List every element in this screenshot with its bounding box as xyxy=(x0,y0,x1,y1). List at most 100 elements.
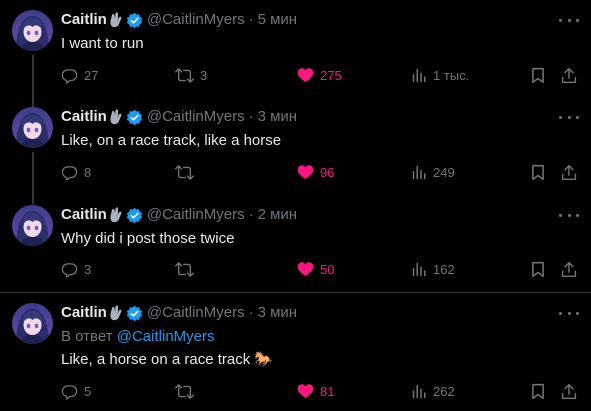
more-icon[interactable] xyxy=(559,207,579,223)
timestamp[interactable]: 2 мин xyxy=(258,205,298,225)
tweet-text: Why did i post those twice xyxy=(61,230,235,247)
verified-badge-icon[interactable] xyxy=(126,305,143,322)
retweet-button[interactable] xyxy=(175,259,194,279)
separator-dot: · xyxy=(248,304,254,321)
like-button[interactable]: 50 xyxy=(297,259,334,279)
bookmark-icon xyxy=(532,164,544,180)
tweet-actions: 5 81 262 xyxy=(61,381,579,401)
retweet-icon xyxy=(175,164,194,180)
author-name[interactable]: Caitlin xyxy=(61,303,107,323)
tweet-divider xyxy=(0,292,591,293)
reply-icon xyxy=(61,68,78,84)
verified-badge-icon[interactable] xyxy=(126,12,143,29)
reply-count: 3 xyxy=(84,261,92,277)
timestamp[interactable]: 3 мин xyxy=(258,303,298,323)
timestamp[interactable]: 3 мин xyxy=(258,107,298,127)
tweet[interactable]: Caitlin @CaitlinMyers · 3 мин Like, on a… xyxy=(0,96,591,204)
reply-mention-link[interactable]: @CaitlinMyers xyxy=(117,328,215,345)
views-button[interactable]: 249 xyxy=(412,162,455,182)
views-button[interactable]: 1 тыс. xyxy=(412,65,469,85)
tweet-header: Caitlin @CaitlinMyers · 3 мин xyxy=(61,107,297,127)
share-button[interactable] xyxy=(561,65,577,85)
fingers-crossed-icon xyxy=(109,207,123,223)
separator-dot: · xyxy=(248,206,254,223)
tweet-text: Like, on a race track, like a horse xyxy=(61,132,282,149)
bookmark-button[interactable] xyxy=(531,162,545,182)
fingers-crossed-icon xyxy=(109,12,123,28)
author-handle[interactable]: @CaitlinMyers xyxy=(147,10,245,30)
tweet-text: I want to run xyxy=(61,35,144,52)
separator-dot: · xyxy=(248,108,254,125)
bookmark-button[interactable] xyxy=(531,381,545,401)
views-icon xyxy=(412,68,426,82)
retweet-icon xyxy=(175,261,194,277)
share-icon xyxy=(561,383,577,399)
share-icon xyxy=(561,261,577,277)
reply-icon xyxy=(61,262,78,278)
like-count: 50 xyxy=(320,261,335,277)
share-button[interactable] xyxy=(561,162,577,182)
thread-line xyxy=(32,96,34,103)
share-icon xyxy=(561,164,577,180)
bookmark-button[interactable] xyxy=(531,65,545,85)
reply-prefix: В ответ xyxy=(61,328,117,345)
views-count: 162 xyxy=(433,261,455,277)
bookmark-icon xyxy=(532,383,544,399)
retweet-icon xyxy=(175,67,194,83)
reply-button[interactable]: 3 xyxy=(61,259,91,279)
avatar[interactable] xyxy=(12,10,53,51)
like-button[interactable]: 275 xyxy=(297,65,342,85)
avatar[interactable] xyxy=(12,303,53,344)
retweet-button[interactable] xyxy=(175,381,194,401)
author-handle[interactable]: @CaitlinMyers xyxy=(147,205,245,225)
thread-line xyxy=(32,194,34,201)
more-icon[interactable] xyxy=(559,12,579,28)
author-handle[interactable]: @CaitlinMyers xyxy=(147,303,245,323)
avatar[interactable] xyxy=(12,107,53,148)
reply-button[interactable]: 8 xyxy=(61,162,91,182)
heart-icon xyxy=(297,68,314,83)
reply-button[interactable]: 27 xyxy=(61,65,98,85)
tweet[interactable]: Caitlin @CaitlinMyers · 5 мин I want to … xyxy=(0,10,591,107)
more-icon[interactable] xyxy=(559,109,579,125)
heart-icon xyxy=(297,384,314,399)
share-button[interactable] xyxy=(561,381,577,401)
author-name[interactable]: Caitlin xyxy=(61,205,107,225)
retweet-count: 3 xyxy=(200,67,208,83)
tweet-actions: 27 3 275 1 тыс. xyxy=(61,65,579,85)
tweet-header: Caitlin @CaitlinMyers · 3 мин xyxy=(61,303,297,323)
author-name[interactable]: Caitlin xyxy=(61,107,107,127)
views-button[interactable]: 262 xyxy=(412,381,455,401)
reply-button[interactable]: 5 xyxy=(61,381,91,401)
like-button[interactable]: 96 xyxy=(297,162,334,182)
reply-context: В ответ @CaitlinMyers xyxy=(61,327,215,347)
retweet-icon xyxy=(175,383,194,399)
fingers-crossed-icon xyxy=(109,109,123,125)
tweet[interactable]: Caitlin @CaitlinMyers · 3 мин В ответ @C… xyxy=(0,303,591,411)
retweet-button[interactable]: 3 xyxy=(175,65,207,85)
tweet-actions: 8 96 249 xyxy=(61,162,579,182)
avatar[interactable] xyxy=(12,205,53,246)
share-button[interactable] xyxy=(561,259,577,279)
reply-count: 27 xyxy=(84,67,99,83)
separator-dot: · xyxy=(248,11,254,28)
tweet-header: Caitlin @CaitlinMyers · 5 мин xyxy=(61,10,297,30)
tweet[interactable]: Caitlin @CaitlinMyers · 2 мин Why did i … xyxy=(0,194,591,291)
retweet-button[interactable] xyxy=(175,162,194,182)
like-button[interactable]: 81 xyxy=(297,381,334,401)
views-count: 249 xyxy=(433,164,455,180)
reply-count: 5 xyxy=(84,383,92,399)
more-icon[interactable] xyxy=(559,305,579,321)
views-button[interactable]: 162 xyxy=(412,259,455,279)
tweet-actions: 3 50 162 xyxy=(61,259,579,279)
verified-badge-icon[interactable] xyxy=(126,109,143,126)
bookmark-button[interactable] xyxy=(531,259,545,279)
tweet-text: Like, a horse on a race track 🐎 xyxy=(61,351,274,368)
views-count: 1 тыс. xyxy=(433,67,470,83)
timestamp[interactable]: 5 мин xyxy=(258,10,298,30)
like-count: 275 xyxy=(320,67,342,83)
author-handle[interactable]: @CaitlinMyers xyxy=(147,107,245,127)
verified-badge-icon[interactable] xyxy=(126,207,143,224)
tweet-header: Caitlin @CaitlinMyers · 2 мин xyxy=(61,205,297,225)
author-name[interactable]: Caitlin xyxy=(61,10,107,30)
